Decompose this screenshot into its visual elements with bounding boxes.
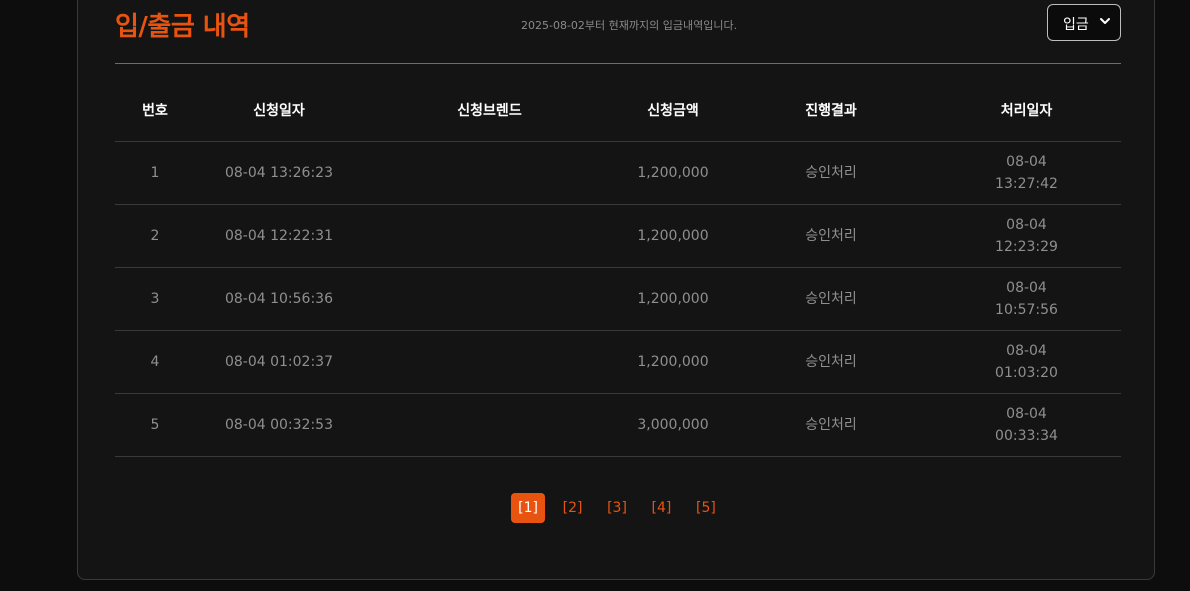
cell-request-date: 08-04 13:26:23 [195,141,363,205]
history-panel: 입/출금 내역 2025-08-02부터 현재까지의 입금내역입니다. 입금 번… [77,0,1155,580]
cell-brand [363,141,616,205]
cell-request-date: 08-04 10:56:36 [195,267,363,331]
col-header-processed-date: 처리일자 [932,79,1121,142]
cell-brand [363,393,616,457]
cell-result: 승인처리 [730,204,932,268]
cell-brand [363,267,616,331]
col-header-amount: 신청금액 [616,79,730,142]
cell-request-date: 08-04 12:22:31 [195,204,363,268]
history-table: 번호 신청일자 신청브렌드 신청금액 진행결과 처리일자 1 08-04 13:… [115,79,1121,457]
cell-amount: 1,200,000 [616,141,730,205]
col-header-result: 진행결과 [730,79,932,142]
table-row: 3 08-04 10:56:36 1,200,000 승인처리 08-04 10:… [115,267,1121,331]
processed-time: 00:33:34 [995,428,1058,444]
processed-day: 08-04 [1006,217,1047,233]
page-link-5[interactable]: [5] [689,493,723,523]
pagination: [1] [2] [3] [4] [5] [78,493,1156,523]
cell-no: 3 [115,267,195,331]
cell-amount: 1,200,000 [616,267,730,331]
page-link-2[interactable]: [2] [556,493,590,523]
table-row: 1 08-04 13:26:23 1,200,000 승인처리 08-04 13:… [115,141,1121,205]
type-filter-select[interactable]: 입금 [1047,4,1121,41]
col-header-brand: 신청브렌드 [363,79,616,142]
processed-time: 13:27:42 [995,176,1058,192]
table-row: 4 08-04 01:02:37 1,200,000 승인처리 08-04 01:… [115,330,1121,394]
page-link-4[interactable]: [4] [644,493,678,523]
cell-processed-date: 08-04 12:23:29 [932,204,1121,268]
processed-day: 08-04 [1006,280,1047,296]
cell-processed-date: 08-04 10:57:56 [932,267,1121,331]
cell-no: 1 [115,141,195,205]
chevron-down-icon [1100,18,1110,24]
table-header-row: 번호 신청일자 신청브렌드 신청금액 진행결과 처리일자 [115,79,1121,142]
cell-processed-date: 08-04 01:03:20 [932,330,1121,394]
col-header-request-date: 신청일자 [195,79,363,142]
cell-result: 승인처리 [730,141,932,205]
cell-result: 승인처리 [730,393,932,457]
cell-amount: 1,200,000 [616,330,730,394]
cell-amount: 1,200,000 [616,204,730,268]
cell-request-date: 08-04 01:02:37 [195,330,363,394]
type-filter-value: 입금 [1063,17,1089,33]
cell-processed-date: 08-04 00:33:34 [932,393,1121,457]
table-row: 2 08-04 12:22:31 1,200,000 승인처리 08-04 12:… [115,204,1121,268]
cell-request-date: 08-04 00:32:53 [195,393,363,457]
panel-header: 입/출금 내역 2025-08-02부터 현재까지의 입금내역입니다. 입금 [115,1,1121,64]
col-header-no: 번호 [115,79,195,142]
cell-no: 5 [115,393,195,457]
processed-day: 08-04 [1006,154,1047,170]
processed-time: 12:23:29 [995,239,1058,255]
cell-no: 2 [115,204,195,268]
cell-result: 승인처리 [730,267,932,331]
page-link-1[interactable]: [1] [511,493,546,523]
cell-brand [363,330,616,394]
cell-result: 승인처리 [730,330,932,394]
cell-amount: 3,000,000 [616,393,730,457]
cell-brand [363,204,616,268]
page-subtitle: 2025-08-02부터 현재까지의 입금내역입니다. [521,19,738,32]
page-link-3[interactable]: [3] [600,493,634,523]
processed-time: 01:03:20 [995,365,1058,381]
processed-day: 08-04 [1006,343,1047,359]
processed-time: 10:57:56 [995,302,1058,318]
processed-day: 08-04 [1006,406,1047,422]
page-title: 입/출금 내역 [115,12,250,42]
cell-processed-date: 08-04 13:27:42 [932,141,1121,205]
cell-no: 4 [115,330,195,394]
table-row: 5 08-04 00:32:53 3,000,000 승인처리 08-04 00:… [115,393,1121,457]
